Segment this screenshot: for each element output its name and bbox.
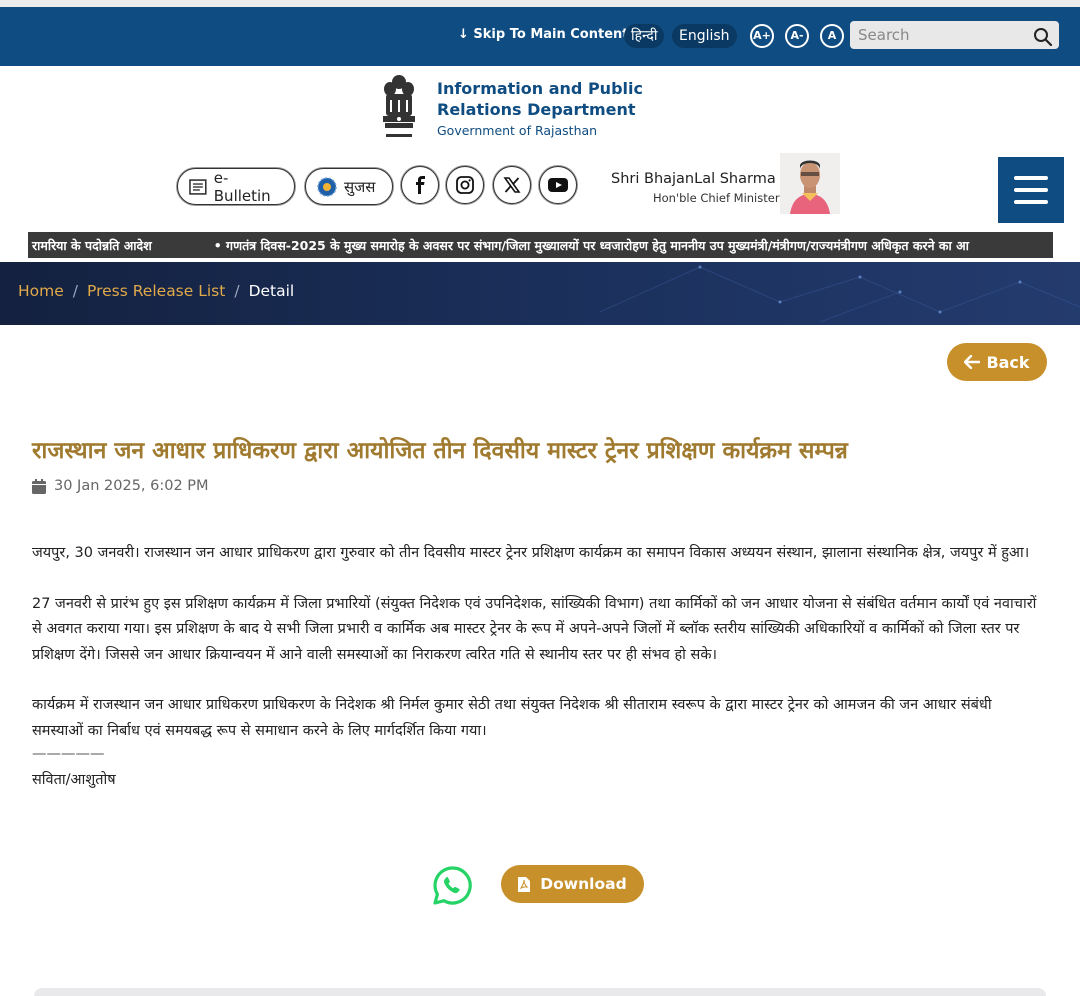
ticker-item[interactable]: रामरिया के पदोन्नति आदेश <box>32 238 152 253</box>
hamburger-menu-button[interactable] <box>998 157 1064 223</box>
breadcrumb-current: Detail <box>248 282 295 300</box>
download-label: Download <box>540 875 627 893</box>
article-date: 30 Jan 2025, 6:02 PM <box>54 478 209 494</box>
search-icon[interactable] <box>1033 27 1053 47</box>
breadcrumb-separator: / <box>234 282 240 300</box>
language-hindi-button[interactable]: हिन्दी <box>624 24 665 48</box>
back-label: Back <box>986 352 1030 372</box>
ebulletin-label: e-Bulletin <box>213 168 271 205</box>
article-divider: ————— <box>32 746 105 762</box>
top-bar: ↓ Skip To Main Content हिन्दी English A+… <box>0 0 1080 66</box>
skip-to-main-link[interactable]: ↓ Skip To Main Content <box>458 27 629 42</box>
font-increase-button[interactable]: A+ <box>750 24 774 48</box>
breadcrumb-press-release-link[interactable]: Press Release List <box>87 282 225 300</box>
article-author: सविता/आशुतोष <box>32 772 116 788</box>
whatsapp-icon[interactable] <box>432 865 473 906</box>
youtube-link[interactable] <box>539 166 577 204</box>
article-date-row: 30 Jan 2025, 6:02 PM <box>32 478 209 494</box>
sujas-label: सुजस <box>344 177 376 196</box>
sujas-button[interactable]: सुजस <box>305 168 393 205</box>
article-body: जयपुर, 30 जनवरी। राजस्थान जन आधार प्राधि… <box>32 541 1047 794</box>
font-decrease-button[interactable]: A- <box>785 24 809 48</box>
ticker-item[interactable]: • गणतंत्र दिवस-2025 के मुख्य समारोह के अ… <box>214 238 969 253</box>
breadcrumb-home-link[interactable]: Home <box>18 282 64 300</box>
font-reset-button[interactable]: A <box>820 24 844 48</box>
department-name: Information and Public Relations Departm… <box>437 79 643 119</box>
chief-minister-name: Shri BhajanLal Sharma <box>611 171 776 187</box>
menu-bar-icon <box>1014 176 1048 180</box>
instagram-link[interactable] <box>446 166 484 204</box>
article-paragraph: जयपुर, 30 जनवरी। राजस्थान जन आधार प्राधि… <box>32 545 1030 561</box>
language-english-button[interactable]: English <box>672 24 737 48</box>
sujas-logo-icon <box>317 176 337 197</box>
back-button[interactable]: Back <box>947 343 1047 381</box>
department-subtitle: Government of Rajasthan <box>437 123 598 138</box>
newspaper-icon <box>189 178 207 195</box>
pdf-icon <box>518 876 531 892</box>
arrow-left-icon <box>964 355 981 369</box>
youtube-icon <box>548 178 568 192</box>
breadcrumb: Home / Press Release List / Detail <box>18 282 294 300</box>
menu-bar-icon <box>1014 188 1048 192</box>
chief-minister-title: Hon'ble Chief Minister <box>653 191 780 205</box>
chief-minister-photo <box>780 153 840 214</box>
ebulletin-button[interactable]: e-Bulletin <box>177 168 295 205</box>
breadcrumb-separator: / <box>72 282 79 300</box>
article-paragraph: कार्यक्रम में राजस्थान जन आधार प्राधिकरण… <box>32 697 992 739</box>
menu-bar-icon <box>1014 200 1048 204</box>
facebook-link[interactable] <box>401 166 439 204</box>
article-headline: राजस्थान जन आधार प्राधिकरण द्वारा आयोजित… <box>32 438 848 464</box>
instagram-icon <box>456 176 474 194</box>
x-twitter-icon <box>503 177 521 193</box>
search-input[interactable] <box>850 21 1059 49</box>
facebook-icon <box>416 176 425 194</box>
news-ticker: रामरिया के पदोन्नति आदेश • गणतंत्र दिवस-2… <box>28 232 1053 258</box>
download-button[interactable]: Download <box>501 865 644 903</box>
footer-strip <box>34 988 1046 996</box>
x-twitter-link[interactable] <box>493 166 531 204</box>
article-paragraph: 27 जनवरी से प्रारंभ हुए इस प्रशिक्षण कार… <box>32 595 1037 663</box>
state-emblem-logo[interactable] <box>376 72 422 142</box>
calendar-icon <box>32 478 46 494</box>
breadcrumb-banner: Home / Press Release List / Detail <box>0 262 1080 325</box>
